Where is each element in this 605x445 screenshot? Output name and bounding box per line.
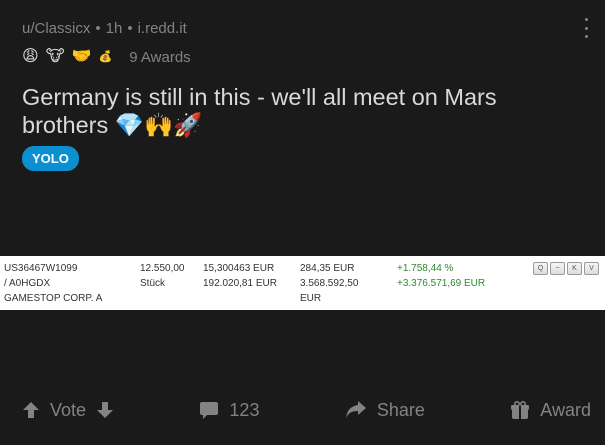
award-icon-cow: 🐮 <box>45 48 65 65</box>
more-options-icon[interactable] <box>581 18 591 38</box>
quantity-value: 12.550,00 <box>140 263 185 274</box>
downvote-icon[interactable] <box>96 401 114 419</box>
buy-total-value: 192.020,81 EUR <box>203 278 277 289</box>
award-icon-tired: 😩 <box>22 48 39 65</box>
comments-count: 123 <box>229 399 260 420</box>
isin-text: US36467W1099 <box>4 263 78 274</box>
awards-row[interactable]: 😩 🐮 🤝 💰 9 Awards <box>22 48 191 66</box>
chart-icon: ~ <box>550 262 565 275</box>
gain-cell: +1.758,44 % +3.376.571,69 EUR <box>397 261 485 291</box>
vote-control[interactable]: Vote <box>22 400 114 421</box>
post-title[interactable]: Germany is still in this - we'll all mee… <box>22 83 562 139</box>
separator-dot: • <box>95 20 101 37</box>
separator-dot: • <box>127 20 133 37</box>
isin-cell: US36467W1099 / A0HGDX GAMESTOP CORP. A <box>4 261 102 306</box>
post-flair[interactable]: YOLO <box>22 146 79 171</box>
share-icon <box>345 401 366 418</box>
awards-count: 9 Awards <box>129 48 191 66</box>
post-meta: u/Classicx • 1h • i.redd.it <box>22 20 593 37</box>
current-total-unit: EUR <box>300 293 322 304</box>
post-domain-link[interactable]: i.redd.it <box>138 20 187 37</box>
award-icon-handshake: 🤝 <box>71 48 92 65</box>
buy-price-value: 15,300463 EUR <box>203 263 275 274</box>
username-link[interactable]: u/Classicx <box>22 20 90 37</box>
buy-k-button: K <box>567 262 582 275</box>
vote-label: Vote <box>50 399 87 420</box>
company-name: GAMESTOP CORP. A <box>4 293 103 304</box>
award-label: Award <box>540 399 591 420</box>
sell-v-button: V <box>584 262 599 275</box>
buy-price-cell: 15,300463 EUR 192.020,81 EUR <box>203 261 277 291</box>
table-action-buttons: Q ~ K V <box>533 262 599 275</box>
award-icon-moneybag: 💰 <box>98 51 113 63</box>
post-time: 1h <box>105 20 123 37</box>
comments-button[interactable]: 123 <box>199 400 259 421</box>
share-button[interactable]: Share <box>345 400 425 421</box>
current-price-value: 284,35 EUR <box>300 263 355 274</box>
gift-icon <box>511 400 530 419</box>
current-value-cell: 284,35 EUR 3.568.592,50 EUR <box>300 261 358 306</box>
wkn-text: / A0HGDX <box>4 278 51 289</box>
upvote-icon[interactable] <box>22 401 40 419</box>
search-icon: Q <box>533 262 548 275</box>
portfolio-screenshot: US36467W1099 / A0HGDX GAMESTOP CORP. A 1… <box>0 256 605 310</box>
post-action-bar: Vote 123 Share Award <box>0 390 605 430</box>
share-label: Share <box>376 399 425 420</box>
gain-amount: +3.376.571,69 EUR <box>397 278 486 289</box>
quantity-unit: Stück <box>140 278 166 289</box>
comment-icon <box>200 402 219 419</box>
award-button[interactable]: Award <box>510 400 591 421</box>
quantity-cell: 12.550,00 Stück <box>140 261 185 291</box>
current-total-value: 3.568.592,50 <box>300 278 359 289</box>
gain-percent: +1.758,44 % <box>397 263 454 274</box>
